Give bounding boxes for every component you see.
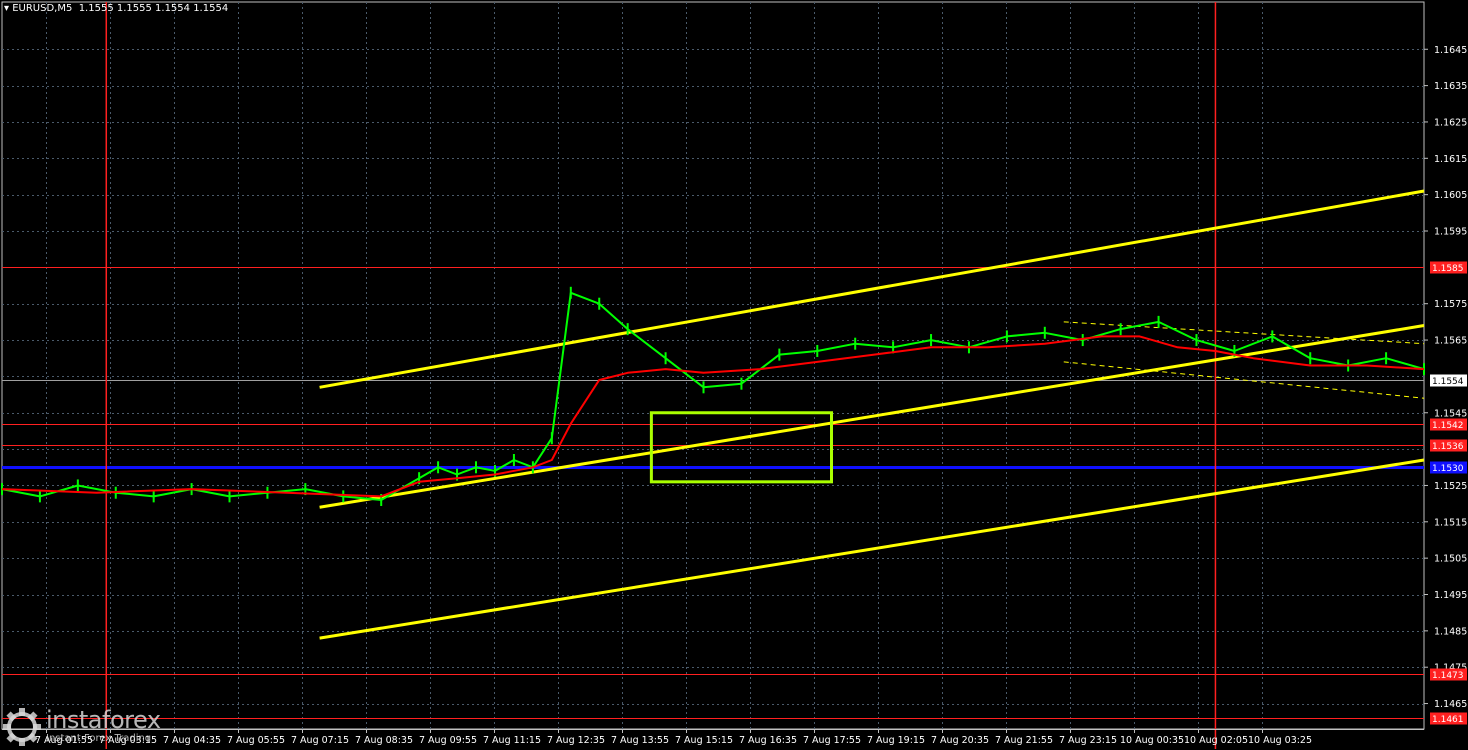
- x-tick-label: 10 Aug 00:35: [1120, 735, 1184, 746]
- level-label: 1.1461: [1432, 715, 1464, 725]
- x-tick-label: 7 Aug 13:55: [611, 735, 669, 746]
- y-tick-label: 1.1565: [1434, 336, 1467, 347]
- x-tick-label: 7 Aug 12:35: [547, 735, 605, 746]
- x-tick-label: 7 Aug 21:55: [995, 735, 1053, 746]
- watermark-tagline: Instant Forex Trading: [46, 733, 152, 744]
- x-tick-label: 7 Aug 07:15: [291, 735, 349, 746]
- x-tick-label: 10 Aug 02:05: [1184, 735, 1248, 746]
- level-label: 1.1530: [1432, 464, 1464, 474]
- y-tick-label: 1.1605: [1434, 190, 1467, 201]
- y-tick-label: 1.1485: [1434, 626, 1467, 637]
- plot-background: [0, 0, 1468, 750]
- symbol-dropdown-icon[interactable]: ▾: [4, 3, 12, 14]
- y-tick-label: 1.1615: [1434, 154, 1467, 165]
- x-tick-label: 10 Aug 03:25: [1248, 735, 1312, 746]
- symbol-label: EURUSD,M5: [12, 3, 73, 14]
- y-tick-label: 1.1635: [1434, 81, 1467, 92]
- x-tick-label: 7 Aug 08:35: [355, 735, 413, 746]
- x-tick-label: 7 Aug 16:35: [739, 735, 797, 746]
- y-tick-label: 1.1645: [1434, 45, 1467, 56]
- instaforex-logo-icon: [3, 708, 41, 746]
- level-label: 1.1536: [1432, 442, 1464, 452]
- x-tick-label: 7 Aug 19:15: [867, 735, 925, 746]
- level-label: 1.1542: [1432, 421, 1464, 431]
- x-tick-label: 7 Aug 09:55: [419, 735, 477, 746]
- y-tick-label: 1.1575: [1434, 299, 1467, 310]
- x-tick-label: 7 Aug 23:15: [1059, 735, 1117, 746]
- watermark-brand: instaforex: [46, 706, 161, 734]
- price-chart[interactable]: 1.1645 1.1635 1.1625 1.1615 1.1605 1.1595 1.15…: [0, 0, 1468, 750]
- ohlc-values: 1.1555 1.1555 1.1554 1.1554: [78, 3, 229, 14]
- x-tick-label: 7 Aug 11:15: [483, 735, 541, 746]
- level-label: 1.1585: [1432, 264, 1464, 274]
- x-tick-label: 7 Aug 17:55: [803, 735, 861, 746]
- x-tick-label: 7 Aug 20:35: [931, 735, 989, 746]
- x-tick-label: 7 Aug 15:15: [675, 735, 733, 746]
- y-tick-label: 1.1545: [1434, 408, 1467, 419]
- chart-header: ▾ EURUSD,M5 1.1555 1.1555 1.1554 1.1554: [4, 3, 228, 14]
- y-tick-label: 1.1525: [1434, 481, 1467, 492]
- y-tick-label: 1.1515: [1434, 517, 1467, 528]
- x-tick-label: 7 Aug 05:55: [227, 735, 285, 746]
- y-tick-label: 1.1595: [1434, 227, 1467, 238]
- y-tick-label: 1.1505: [1434, 554, 1467, 565]
- current-price-label: 1.1554: [1432, 377, 1464, 387]
- y-tick-label: 1.1465: [1434, 699, 1467, 710]
- y-tick-label: 1.1495: [1434, 590, 1467, 601]
- watermark: instaforex Instant Forex Trading: [2, 706, 180, 748]
- level-label: 1.1473: [1432, 671, 1464, 681]
- y-tick-label: 1.1625: [1434, 117, 1467, 128]
